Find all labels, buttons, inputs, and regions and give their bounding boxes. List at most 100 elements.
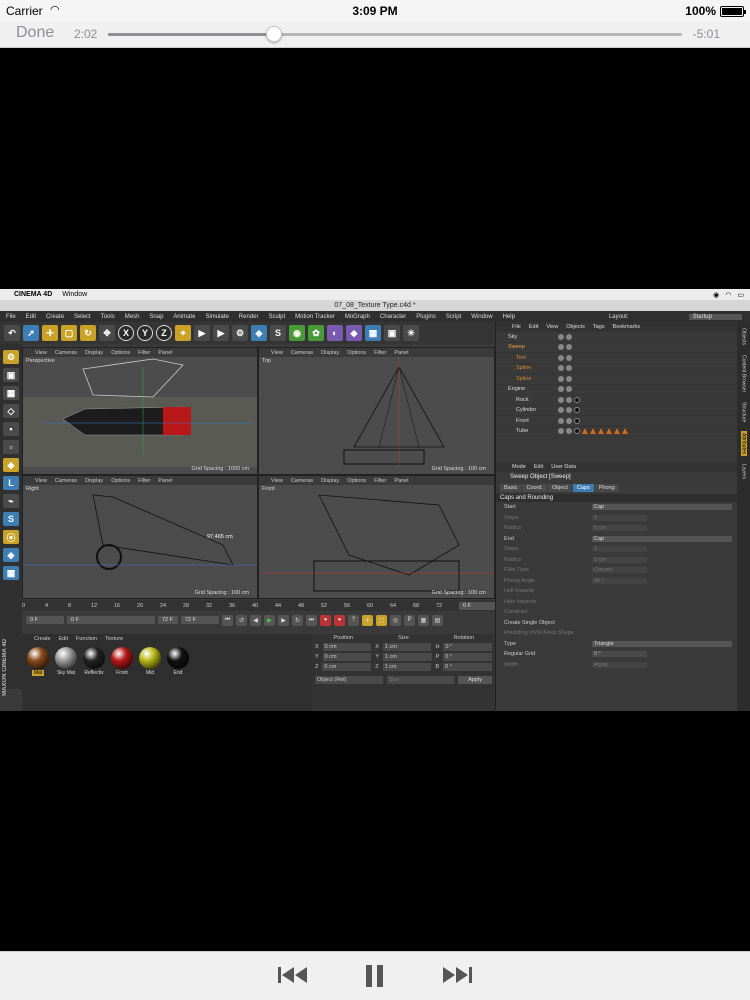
prev-key-icon[interactable]: ↺	[236, 614, 247, 626]
attr-tab[interactable]: Coord.	[522, 484, 547, 492]
attr-row[interactable]: Radius 5 cm	[496, 555, 737, 566]
side-tab[interactable]: Attributes	[740, 430, 747, 456]
coord-pos-field[interactable]: 0 cm	[322, 643, 372, 651]
scale-key-icon[interactable]: ▢	[376, 614, 387, 626]
attr-row[interactable]: Rounding UVW Keep Shape	[496, 628, 737, 639]
attr-row[interactable]: Radius 5 cm	[496, 523, 737, 534]
visibility-icon[interactable]	[566, 417, 572, 424]
side-tab[interactable]: Structure	[741, 400, 747, 424]
material-tag-icon[interactable]	[614, 428, 620, 435]
coord-size-field[interactable]: 1 cm	[382, 663, 432, 671]
scrubber-thumb[interactable]	[266, 26, 283, 42]
attr-value[interactable]: 0 °	[592, 651, 647, 658]
material-tag-icon[interactable]	[606, 428, 612, 435]
attr-row[interactable]: Start Cap	[496, 502, 737, 513]
param-key-icon[interactable]: P	[404, 614, 415, 626]
coord-size-field[interactable]: 1 cm	[382, 643, 432, 651]
material-tag-icon[interactable]	[574, 407, 580, 414]
attr-value[interactable]: Cap	[592, 504, 732, 511]
timeline-settings-icon[interactable]: ▤	[432, 614, 443, 626]
attr-row[interactable]: Constrain	[496, 607, 737, 618]
size-mode-select[interactable]: Size	[386, 676, 455, 684]
attr-value[interactable]: 1	[592, 546, 647, 553]
attr-row[interactable]: Hull Inwards	[496, 586, 737, 597]
visibility-icon[interactable]	[558, 344, 564, 351]
coord-pos-field[interactable]: 0 cm	[322, 663, 372, 671]
material-swatch[interactable]: Mid	[138, 647, 162, 676]
material-tag-icon[interactable]	[590, 428, 596, 435]
object-row[interactable]: Tube	[496, 427, 737, 437]
attr-row[interactable]: Steps 1	[496, 544, 737, 555]
keyframe-selection-icon[interactable]: ?	[348, 614, 359, 626]
visibility-icon[interactable]	[566, 386, 572, 393]
attr-row[interactable]: Steps 1	[496, 513, 737, 524]
object-row[interactable]: Rock	[496, 395, 737, 406]
object-row[interactable]: Spline	[496, 374, 737, 385]
object-row[interactable]: Engine	[496, 385, 737, 395]
move-key-icon[interactable]: ✛	[362, 614, 373, 626]
go-start-icon[interactable]: ⏮	[222, 614, 233, 626]
attr-value[interactable]: 5 cm	[592, 556, 647, 563]
visibility-icon[interactable]	[558, 428, 564, 435]
attr-value[interactable]: 60 °	[592, 577, 647, 584]
material-tag-icon[interactable]	[574, 396, 580, 403]
visibility-icon[interactable]	[558, 407, 564, 414]
start-frame-field[interactable]: 0 F	[26, 616, 64, 624]
visibility-icon[interactable]	[558, 333, 564, 340]
done-button[interactable]: Done	[16, 24, 54, 42]
attr-row[interactable]: Phong Angle 60 °	[496, 576, 737, 587]
object-row[interactable]: Cylinder	[496, 406, 737, 416]
side-tab[interactable]: Layers	[741, 462, 747, 481]
attr-value[interactable]: 5 cm	[592, 525, 647, 532]
coord-rot-field[interactable]: 0 °	[443, 643, 493, 651]
rewind-icon[interactable]	[276, 964, 310, 991]
visibility-icon[interactable]	[558, 386, 564, 393]
prev-frame-icon[interactable]: ◀	[250, 614, 261, 626]
visibility-icon[interactable]	[558, 375, 564, 382]
attr-tab[interactable]: Basic	[500, 484, 522, 492]
go-end-icon[interactable]: ⏭	[306, 614, 317, 626]
visibility-icon[interactable]	[566, 396, 572, 403]
visibility-icon[interactable]	[566, 428, 572, 435]
visibility-icon[interactable]	[558, 417, 564, 424]
visibility-icon[interactable]	[558, 396, 564, 403]
fast-forward-icon[interactable]	[440, 964, 474, 991]
attr-value[interactable]: Triangle	[592, 640, 732, 647]
attr-value[interactable]: Convex	[592, 567, 647, 574]
max-frame-field[interactable]: 72 F	[181, 616, 219, 624]
visibility-icon[interactable]	[566, 333, 572, 340]
record-icon[interactable]: ●	[320, 614, 331, 626]
current-frame-field[interactable]: 0 F	[67, 616, 155, 624]
visibility-icon[interactable]	[558, 354, 564, 361]
side-tab[interactable]: Objects	[741, 326, 747, 347]
attr-tab[interactable]: Caps	[572, 484, 594, 492]
material-tag-icon[interactable]	[574, 428, 580, 435]
attr-row[interactable]: Type Triangle	[496, 639, 737, 650]
material-swatch[interactable]: Front	[110, 647, 134, 676]
coord-rot-field[interactable]: 0 °	[443, 663, 492, 671]
object-row[interactable]: Sky	[496, 332, 737, 343]
timeline-end-field[interactable]: 0 F	[459, 601, 495, 610]
material-swatch[interactable]: Sky Mat	[54, 647, 78, 676]
material-tag-icon[interactable]	[582, 428, 588, 435]
visibility-icon[interactable]	[566, 354, 572, 361]
attr-value[interactable]: Cap	[592, 535, 732, 542]
visibility-icon[interactable]	[558, 365, 564, 372]
apply-button[interactable]: Apply	[458, 676, 493, 684]
attr-tab[interactable]: Object	[547, 484, 572, 492]
next-frame-icon[interactable]: ▶	[278, 614, 289, 626]
timeline-ruler[interactable]: 0 4 8 12 16 20 24 28 32 36 40 44 48 52 56 60 64 68 72 0 F	[22, 600, 495, 611]
end-frame-field[interactable]: 72 F	[158, 616, 178, 624]
autokey-icon[interactable]: ●	[334, 614, 345, 626]
visibility-icon[interactable]	[566, 365, 572, 372]
object-row[interactable]: Front	[496, 416, 737, 427]
pla-key-icon[interactable]: ▦	[418, 614, 429, 626]
side-tab[interactable]: Content Browser	[741, 353, 747, 394]
attr-tab[interactable]: Phong	[594, 484, 619, 492]
visibility-icon[interactable]	[566, 344, 572, 351]
coord-size-field[interactable]: 1 cm	[383, 653, 432, 661]
object-row[interactable]: Text	[496, 353, 737, 364]
play-icon[interactable]: ▶	[264, 614, 275, 626]
next-key-icon[interactable]: ↻	[292, 614, 303, 626]
attr-value[interactable]: Apply	[592, 661, 647, 668]
